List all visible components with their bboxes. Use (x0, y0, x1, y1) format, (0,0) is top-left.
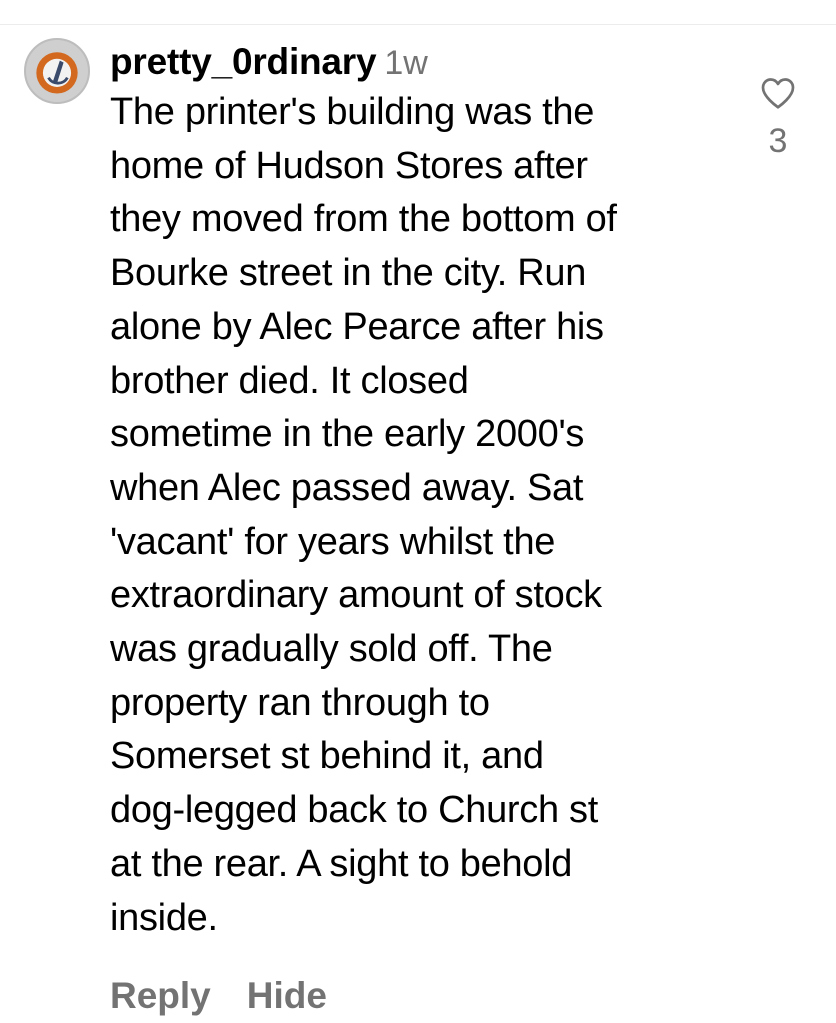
comment-text-line: was gradually sold off. The (110, 628, 553, 671)
username[interactable]: pretty_0rdinary (110, 38, 377, 86)
like-count: 3 (768, 122, 788, 160)
avatar-image (26, 40, 88, 102)
reply-button[interactable]: Reply (110, 975, 211, 1017)
comment-text-line: alone by Alec Pearce after his (110, 305, 604, 348)
comment-actions: Reply Hide (110, 975, 327, 1017)
comment-body: pretty_0rdinary 1w The printer's buildin… (110, 38, 730, 945)
comment-header: pretty_0rdinary 1w (110, 38, 730, 86)
comment-text-line: property ran through to (110, 681, 490, 724)
comment-text-line: when Alec passed away. Sat (110, 466, 584, 509)
comment-text: The printer's building was the home of H… (110, 86, 730, 945)
comment-text-line: Somerset st behind it, and (110, 735, 544, 778)
comment-text-line: brother died. It closed (110, 359, 469, 402)
like-column: 3 (756, 76, 800, 161)
comment-text-line: dog-legged back to Church st (110, 789, 599, 832)
comment-text-line: at the rear. A sight to behold (110, 842, 573, 885)
hide-button[interactable]: Hide (247, 975, 327, 1017)
comment-text-line: The printer's building was the (110, 91, 595, 133)
timestamp: 1w (384, 44, 428, 82)
comment-text-line: inside. (110, 896, 218, 939)
comment-text-line: they moved from the bottom of (110, 198, 617, 241)
comment-item: pretty_0rdinary 1w The printer's buildin… (0, 0, 836, 1023)
comment-text-line: Bourke street in the city. Run (110, 252, 587, 295)
comment-text-line: extraordinary amount of stock (110, 574, 602, 617)
comment-text-line: 'vacant' for years whilst the (110, 520, 556, 563)
heart-outline-icon[interactable] (760, 76, 796, 110)
avatar[interactable] (24, 38, 90, 104)
comment-text-line: sometime in the early 2000's (110, 413, 585, 456)
comment-text-line: home of Hudson Stores after (110, 144, 588, 187)
